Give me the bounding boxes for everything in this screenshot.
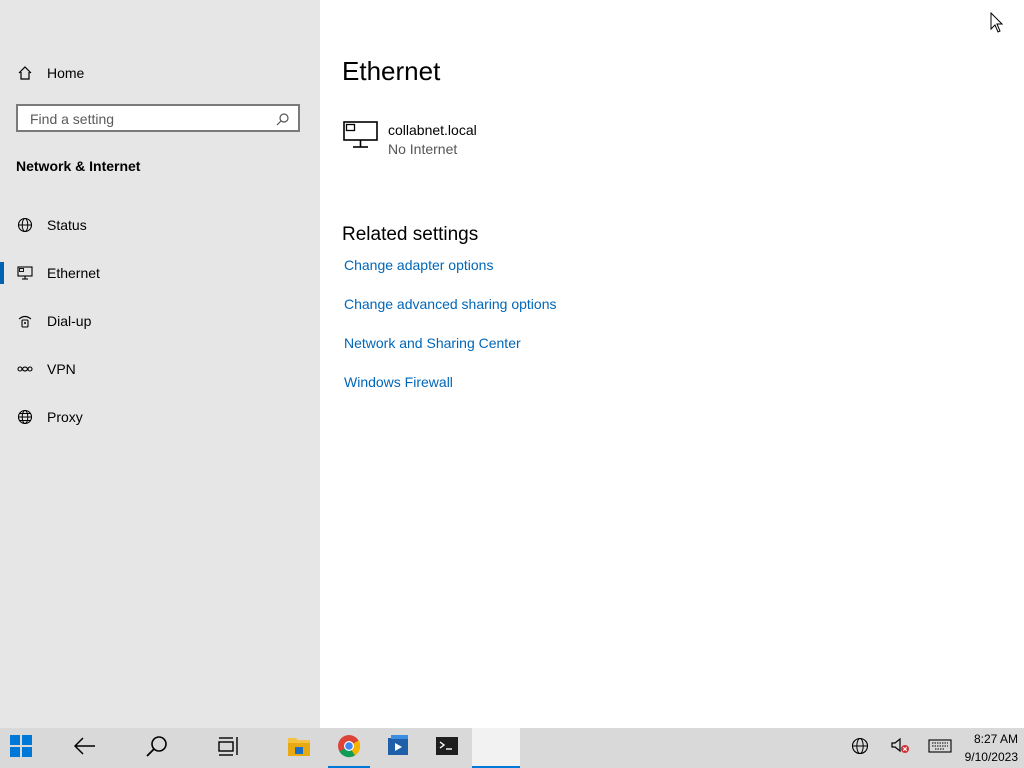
start-button[interactable] xyxy=(0,728,42,768)
change-advanced-sharing-link[interactable]: Change advanced sharing options xyxy=(344,296,557,312)
back-arrow-icon xyxy=(73,736,96,760)
keyboard-icon xyxy=(928,738,952,758)
task-view-button[interactable] xyxy=(208,728,250,768)
home-icon xyxy=(16,64,34,82)
sidebar-item-status[interactable]: Status xyxy=(0,205,320,245)
globe-network-icon xyxy=(16,216,34,234)
search-button[interactable] xyxy=(136,728,178,768)
sidebar-item-vpn[interactable]: VPN xyxy=(0,349,320,389)
mouse-cursor-icon xyxy=(990,11,1004,39)
dialup-icon xyxy=(16,312,34,330)
sidebar-item-label: Proxy xyxy=(47,409,83,425)
sidebar-item-ethernet[interactable]: Ethernet xyxy=(0,253,320,293)
clock-date: 9/10/2023 xyxy=(964,750,1018,764)
search-icon[interactable] xyxy=(276,112,290,131)
main-content xyxy=(320,0,1024,728)
volume-muted-icon xyxy=(890,737,910,760)
file-explorer-button[interactable] xyxy=(278,728,320,768)
search-box[interactable] xyxy=(16,104,300,132)
network-status: No Internet xyxy=(388,141,458,157)
sidebar-item-label: Ethernet xyxy=(47,265,100,281)
settings-app-button[interactable] xyxy=(472,728,520,768)
settings-sidebar: Home Network & Internet Status Ethernet … xyxy=(0,0,320,728)
sidebar-item-label: VPN xyxy=(47,361,76,377)
media-player-button[interactable] xyxy=(377,728,419,768)
home-nav-item[interactable]: Home xyxy=(0,53,320,93)
network-globe-icon xyxy=(851,737,869,760)
terminal-icon xyxy=(435,736,459,761)
sidebar-item-label: Dial-up xyxy=(47,313,92,329)
network-tray-button[interactable] xyxy=(848,728,872,768)
sidebar-item-proxy[interactable]: Proxy xyxy=(0,397,320,437)
network-sharing-center-link[interactable]: Network and Sharing Center xyxy=(344,335,521,351)
windows-logo-icon xyxy=(9,734,33,763)
chrome-button[interactable] xyxy=(328,728,370,768)
folder-icon xyxy=(287,735,311,762)
sidebar-item-dialup[interactable]: Dial-up xyxy=(0,301,320,341)
task-view-icon xyxy=(218,736,240,761)
ethernet-network-icon[interactable] xyxy=(343,120,379,155)
taskbar: 8:27 AM 9/10/2023 xyxy=(0,728,1024,768)
volume-tray-button[interactable] xyxy=(888,728,912,768)
media-player-icon xyxy=(386,734,410,763)
search-input[interactable] xyxy=(28,110,272,128)
page-title: Ethernet xyxy=(342,56,441,86)
change-adapter-options-link[interactable]: Change adapter options xyxy=(344,257,493,273)
globe-icon xyxy=(16,408,34,426)
sidebar-item-label: Status xyxy=(47,217,87,233)
search-icon xyxy=(146,735,168,762)
keyboard-tray-button[interactable] xyxy=(926,728,954,768)
clock-time: 8:27 AM xyxy=(973,732,1018,746)
windows-firewall-link[interactable]: Windows Firewall xyxy=(344,374,453,390)
chrome-icon xyxy=(337,734,361,763)
network-name[interactable]: collabnet.local xyxy=(388,122,477,138)
terminal-button[interactable] xyxy=(426,728,468,768)
ethernet-icon xyxy=(16,264,34,282)
vpn-icon xyxy=(16,360,34,378)
system-clock[interactable]: 8:27 AM 9/10/2023 xyxy=(965,730,1018,766)
section-title: Network & Internet xyxy=(16,158,141,174)
related-settings-heading: Related settings xyxy=(342,224,479,245)
back-button[interactable] xyxy=(64,728,106,768)
home-label: Home xyxy=(47,65,85,81)
